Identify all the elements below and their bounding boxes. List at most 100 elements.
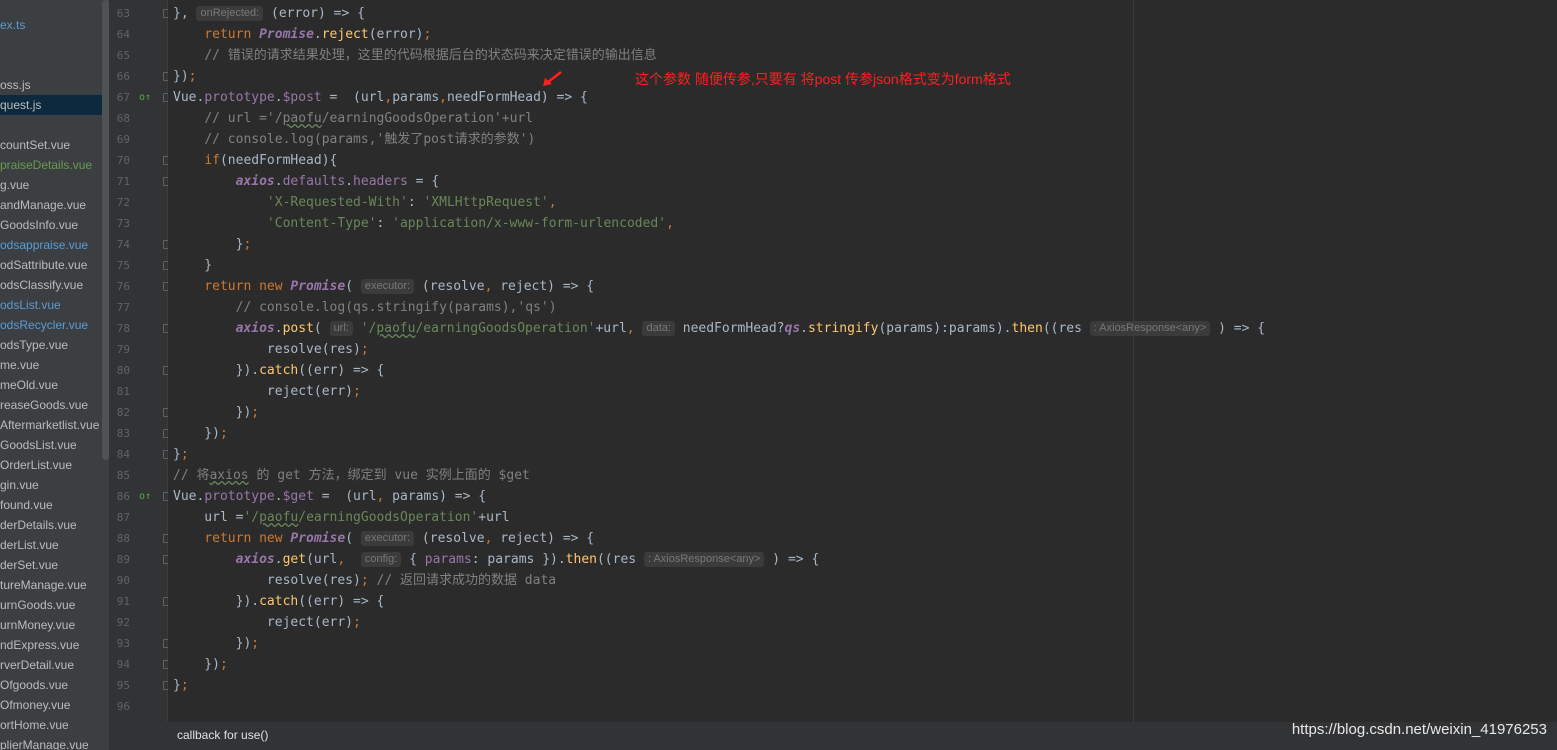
right-margin-guide (1133, 0, 1134, 722)
breadcrumb[interactable]: callback for use() (177, 728, 268, 742)
tree-item-file[interactable]: derDetails.vue (0, 515, 102, 535)
tree-item-file[interactable]: Ofgoods.vue (0, 675, 102, 695)
code-line-78: axios.post( url: '/paofu/earningGoodsOpe… (235, 321, 1266, 336)
tree-item-file[interactable]: urnMoney.vue (0, 615, 102, 635)
line-number: 96 (116, 700, 130, 713)
param-hint: executor: (360, 279, 415, 294)
tree-item-file[interactable]: gin.vue (0, 475, 102, 495)
tree-item-file[interactable]: meOld.vue (0, 375, 102, 395)
tree-item-file[interactable]: GoodsInfo.vue (0, 215, 102, 235)
line-number: 75 (116, 259, 130, 272)
code-line-75: } (173, 258, 213, 273)
tree-item-file[interactable]: ndExpress.vue (0, 635, 102, 655)
line-number: 90 (116, 574, 130, 587)
string-literal: 'application/x-www-form-urlencoded' (392, 216, 667, 231)
line-number: 81 (116, 385, 130, 398)
string-literal: '/ (243, 510, 260, 525)
line-number: 93 (116, 637, 130, 650)
tree-item-file[interactable]: Ofmoney.vue (0, 695, 102, 715)
string-literal: /earningGoodsOperation' (415, 321, 596, 336)
comment: // url ='/ (204, 111, 283, 126)
tree-item-file[interactable]: GoodsList.vue (0, 435, 102, 455)
code-line-93: }); (173, 636, 260, 651)
line-number: 64 (116, 28, 130, 41)
line-number: 88 (116, 532, 130, 545)
watermark-url: https://blog.csdn.net/weixin_41976253 (1291, 721, 1547, 738)
tree-item-file[interactable]: quest.js (0, 95, 102, 115)
line-number: 77 (116, 301, 130, 314)
tree-item-file[interactable]: tureManage.vue (0, 575, 102, 595)
code-line-73: 'Content-Type': 'application/x-www-form-… (266, 216, 674, 231)
tree-item-file[interactable]: plierManage.vue (0, 735, 102, 750)
line-number: 86 (116, 490, 130, 503)
tree-item-file[interactable]: rverDetail.vue (0, 655, 102, 675)
tree-item-file[interactable]: found.vue (0, 495, 102, 515)
param-hint: data: (642, 321, 675, 336)
tree-item-file[interactable]: reaseGoods.vue (0, 395, 102, 415)
code-line-74: }; (173, 237, 252, 252)
line-number: 92 (116, 616, 130, 629)
string-literal: /earningGoodsOperation' (298, 510, 479, 525)
param-hint: url: (329, 321, 353, 336)
line-number: 95 (116, 679, 130, 692)
comment: // 返回请求成功的数据 data (376, 573, 557, 588)
code-line-95: }; (173, 678, 189, 693)
type-hint: : AxiosResponse<any> (1089, 321, 1211, 336)
annotation-note: 这个参数 随便传参,只要有 将post 传参json格式变为form格式 (635, 71, 1011, 87)
tree-item-file[interactable]: Aftermarketlist.vue (0, 415, 102, 435)
code-line-94: }); (173, 657, 228, 672)
tree-item-file[interactable]: ortHome.vue (0, 715, 102, 735)
comment: paofu (282, 111, 322, 126)
tree-item-file[interactable]: urnGoods.vue (0, 595, 102, 615)
tree-item-file[interactable]: odsappraise.vue (0, 235, 102, 255)
tree-item-file[interactable]: countSet.vue (0, 135, 102, 155)
tree-item-file[interactable]: derList.vue (0, 535, 102, 555)
type-hint: : AxiosResponse<any> (643, 552, 765, 567)
line-number: 70 (116, 154, 130, 167)
string-literal: paofu (259, 510, 299, 525)
comment: axios (209, 468, 249, 483)
line-number: 87 (116, 511, 130, 524)
code-line-68: // url ='/paofu/earningGoodsOperation'+u… (173, 108, 533, 129)
override-marker-icon[interactable]: o↑ (139, 87, 151, 108)
code-line-86: Vue.prototype.$get = (url, params) => { (173, 489, 487, 504)
tree-item-file[interactable]: me.vue (0, 355, 102, 375)
tree-item-file[interactable]: praiseDetails.vue (0, 155, 102, 175)
code-line-72: 'X-Requested-With': 'XMLHttpRequest', (266, 195, 557, 210)
code-line-63: }, onRejected: (error) => { (173, 6, 365, 21)
tree-item-file[interactable]: odSattribute.vue (0, 255, 102, 275)
line-number: 83 (116, 427, 130, 440)
code-line-65: // 错误的请求结果处理，这里的代码根据后台的状态码来决定错误的输出信息 (173, 45, 657, 66)
line-number: 76 (116, 280, 130, 293)
comment: // 错误的请求结果处理，这里的代码根据后台的状态码来决定错误的输出信息 (204, 48, 657, 63)
tree-item-file[interactable]: andManage.vue (0, 195, 102, 215)
code-line-89: axios.get(url, config: { params: params … (235, 552, 820, 567)
line-number: 66 (116, 70, 130, 83)
line-number: 72 (116, 196, 130, 209)
code-line-92: reject(err); (173, 615, 361, 630)
tree-item-file[interactable]: g.vue (0, 175, 102, 195)
code-line-77: // console.log(qs.stringify(params),'qs'… (173, 297, 557, 318)
tree-item-file[interactable]: derSet.vue (0, 555, 102, 575)
string-literal: '/ (360, 321, 377, 336)
tree-item-file[interactable]: odsRecycler.vue (0, 315, 102, 335)
comment: // console.log(params,'触发了post请求的参数') (204, 132, 536, 147)
red-arrow-icon (543, 71, 562, 86)
code-line-69: // console.log(params,'触发了post请求的参数') (173, 129, 535, 150)
code-line-79: resolve(res); (173, 342, 369, 357)
tree-item-file[interactable]: odsList.vue (0, 295, 102, 315)
comment: // 将 (173, 468, 210, 483)
override-marker-icon[interactable]: o↑ (139, 486, 151, 507)
tree-item-file[interactable]: OrderList.vue (0, 455, 102, 475)
code-line-85: // 将axios 的 get 方法，绑定到 vue 实例上面的 $get (173, 465, 530, 486)
tree-item-file[interactable]: odsClassify.vue (0, 275, 102, 295)
tree-item-file[interactable]: ex.ts (0, 15, 102, 35)
line-number: 69 (116, 133, 130, 146)
line-number: 71 (116, 175, 130, 188)
code-line-88: return new Promise( executor: (resolve, … (204, 531, 595, 546)
tree-item-file[interactable]: oss.js (0, 75, 102, 95)
project-tree-panel: ex.ts oss.js quest.js countSet.vue praiseDet… (0, 0, 110, 750)
tree-item-file[interactable]: odsType.vue (0, 335, 102, 355)
string-literal: 'X-Requested-With' (266, 195, 408, 210)
string-literal: paofu (376, 321, 416, 336)
